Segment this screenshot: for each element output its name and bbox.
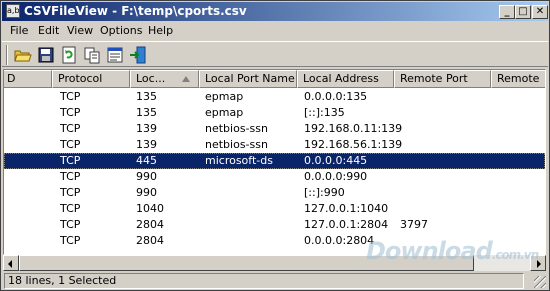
menu-file[interactable]: File bbox=[10, 24, 28, 37]
refresh-icon[interactable] bbox=[59, 45, 79, 65]
cell-protocol: TCP bbox=[60, 138, 81, 151]
column-header-local-port-name[interactable]: Local Port Name bbox=[199, 70, 297, 88]
cell-local-port: 139 bbox=[136, 138, 157, 151]
table-row[interactable]: TCP 445 microsoft-ds 0.0.0.0:445 bbox=[4, 153, 545, 169]
cell-local-address: 0.0.0.0:445 bbox=[304, 154, 368, 167]
cell-local-port: 445 bbox=[136, 154, 157, 167]
cell-protocol: TCP bbox=[60, 154, 81, 167]
cell-local-address: 192.168.56.1:139 bbox=[304, 138, 403, 151]
cell-local-address: 127.0.0.1:1040 bbox=[304, 202, 389, 215]
cell-local-port: 990 bbox=[136, 186, 157, 199]
cell-protocol: TCP bbox=[60, 234, 81, 247]
open-folder-icon[interactable] bbox=[13, 45, 33, 65]
cell-local-address: [::]:990 bbox=[304, 186, 345, 199]
cell-local-address: 0.0.0.0:135 bbox=[304, 90, 368, 103]
cell-local-address: [::]:135 bbox=[304, 106, 345, 119]
cell-local-port: 1040 bbox=[136, 202, 164, 215]
cell-local-port: 135 bbox=[136, 90, 157, 103]
cell-local-address: 0.0.0.0:2804 bbox=[304, 234, 375, 247]
close-button[interactable]: ✕ bbox=[532, 5, 548, 19]
cell-protocol: TCP bbox=[60, 218, 81, 231]
save-icon[interactable] bbox=[36, 45, 56, 65]
cell-local-port-name: netbios-ssn bbox=[205, 138, 268, 151]
cell-local-port-name: epmap bbox=[205, 90, 244, 103]
maximize-button[interactable]: □ bbox=[515, 5, 531, 19]
status-text: 18 lines, 1 Selected bbox=[4, 273, 524, 289]
cell-local-port: 135 bbox=[136, 106, 157, 119]
cell-protocol: TCP bbox=[60, 122, 81, 135]
table-row[interactable]: TCP 2804 127.0.0.1:2804 3797 bbox=[4, 217, 545, 233]
cell-local-port-name: netbios-ssn bbox=[205, 122, 268, 135]
table-row[interactable]: TCP 1040 127.0.0.1:1040 bbox=[4, 201, 545, 217]
column-header-remote-port[interactable]: Remote Port bbox=[394, 70, 491, 88]
cell-local-port-name: epmap bbox=[205, 106, 244, 119]
properties-icon[interactable] bbox=[105, 45, 125, 65]
window-title: CSVFileView - F:\temp\cports.csv bbox=[24, 4, 247, 18]
arrow-left-icon bbox=[8, 260, 12, 268]
app-window: a,b CSVFileView - F:\temp\cports.csv _ □… bbox=[0, 0, 550, 291]
table-row[interactable]: TCP 139 netbios-ssn 192.168.0.11:139 bbox=[4, 121, 545, 137]
cell-remote-port: 3797 bbox=[400, 218, 428, 231]
cell-local-port: 2804 bbox=[136, 234, 164, 247]
scroll-left-button[interactable] bbox=[3, 255, 19, 271]
column-header-local-port[interactable]: Loc... bbox=[130, 70, 199, 88]
column-header-protocol[interactable]: Protocol bbox=[52, 70, 130, 88]
cell-local-port-name: microsoft-ds bbox=[205, 154, 273, 167]
table-row[interactable]: TCP 139 netbios-ssn 192.168.56.1:139 bbox=[4, 137, 545, 153]
cell-protocol: TCP bbox=[60, 106, 81, 119]
cell-local-port: 2804 bbox=[136, 218, 164, 231]
status-bar: 18 lines, 1 Selected bbox=[2, 272, 548, 290]
cell-local-address: 127.0.0.1:2804 bbox=[304, 218, 389, 231]
menu-bar: File Edit View Options Help bbox=[2, 22, 548, 40]
csv-table[interactable]: D Protocol Loc... Local Port Name Local … bbox=[3, 69, 546, 255]
app-icon: a,b bbox=[6, 4, 20, 18]
watermark-logo: Download.com.vn bbox=[366, 237, 539, 265]
cell-local-address: 192.168.0.11:139 bbox=[304, 122, 403, 135]
menu-options[interactable]: Options bbox=[100, 24, 142, 37]
sort-ascending-icon bbox=[182, 76, 190, 82]
table-row[interactable]: TCP 135 epmap 0.0.0.0:135 bbox=[4, 89, 545, 105]
toolbar-grip bbox=[6, 45, 8, 65]
copy-icon[interactable] bbox=[82, 45, 102, 65]
cell-local-port: 990 bbox=[136, 170, 157, 183]
column-header-local-address[interactable]: Local Address bbox=[297, 70, 394, 88]
title-bar[interactable]: a,b CSVFileView - F:\temp\cports.csv _ □… bbox=[2, 2, 548, 21]
table-row[interactable]: TCP 135 epmap [::]:135 bbox=[4, 105, 545, 121]
cell-protocol: TCP bbox=[60, 90, 81, 103]
menu-edit[interactable]: Edit bbox=[38, 24, 59, 37]
menu-help[interactable]: Help bbox=[148, 24, 173, 37]
column-header-d[interactable]: D bbox=[4, 70, 52, 88]
cell-local-port: 139 bbox=[136, 122, 157, 135]
table-row[interactable]: TCP 990 0.0.0.0:990 bbox=[4, 169, 545, 185]
cell-protocol: TCP bbox=[60, 202, 81, 215]
table-row[interactable]: TCP 990 [::]:990 bbox=[4, 185, 545, 201]
toolbar bbox=[2, 41, 548, 67]
table-header: D Protocol Loc... Local Port Name Local … bbox=[4, 70, 545, 88]
cell-local-address: 0.0.0.0:990 bbox=[304, 170, 368, 183]
column-header-remote[interactable]: Remote bbox=[491, 70, 545, 88]
resize-grip[interactable] bbox=[534, 276, 546, 288]
exit-icon[interactable] bbox=[128, 45, 148, 65]
minimize-button[interactable]: _ bbox=[499, 5, 515, 19]
cell-protocol: TCP bbox=[60, 186, 81, 199]
cell-protocol: TCP bbox=[60, 170, 81, 183]
menu-view[interactable]: View bbox=[67, 24, 93, 37]
